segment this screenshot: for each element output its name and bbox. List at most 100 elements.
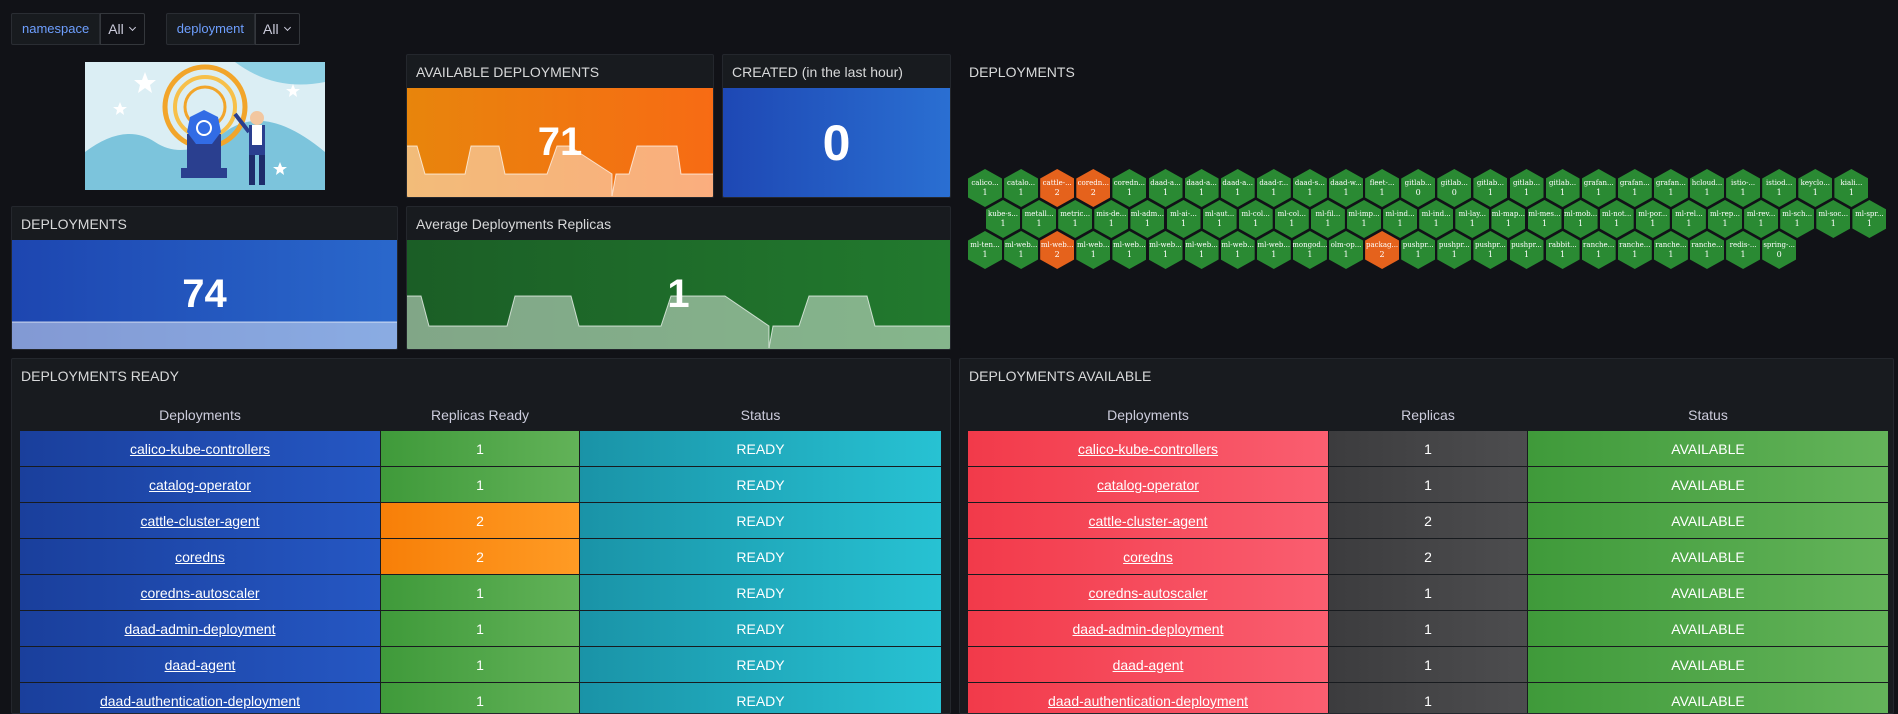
deployment-hexagon[interactable]: gitlab... 1: [1509, 169, 1544, 207]
column-header-deployments[interactable]: Deployments: [968, 400, 1328, 430]
deployment-hexagon[interactable]: ml-web... 1: [1148, 231, 1183, 269]
deployment-hexagon[interactable]: cattle-... 2: [1040, 169, 1075, 207]
deployment-link[interactable]: daad-authentication-deployment: [100, 693, 300, 709]
deployment-hexagon[interactable]: rabbit... 1: [1545, 231, 1580, 269]
deployment-link[interactable]: calico-kube-controllers: [130, 441, 270, 457]
deployment-link[interactable]: coredns: [1123, 549, 1173, 565]
deployment-hexagon[interactable]: ml-rel... 1: [1671, 200, 1706, 238]
deployment-hexagon[interactable]: kube-s... 1: [986, 200, 1020, 238]
deployment-hexagon[interactable]: ranche... 1: [1690, 231, 1724, 269]
status-cell: READY: [580, 575, 941, 610]
deployment-hexagon[interactable]: ml-rev... 1: [1744, 200, 1779, 238]
deployment-hexagon[interactable]: daad-a... 1: [1184, 169, 1219, 207]
deployment-link[interactable]: daad-agent: [165, 657, 236, 673]
deployment-hexagon[interactable]: ml-lay... 1: [1455, 200, 1490, 238]
deployment-hexagon[interactable]: ml-rep... 1: [1708, 200, 1742, 238]
deployment-hexagon[interactable]: ml-web... 1: [1184, 231, 1219, 269]
deployment-variable-select[interactable]: All: [255, 13, 300, 45]
deployment-link[interactable]: coredns-autoscaler: [140, 585, 259, 601]
deployment-hexagon[interactable]: keyclo... 1: [1798, 169, 1833, 207]
deployment-link[interactable]: coredns-autoscaler: [1088, 585, 1207, 601]
column-header-status[interactable]: Status: [580, 400, 941, 430]
deployment-hexagon[interactable]: ml-adm... 1: [1130, 200, 1165, 238]
deployment-hexagon[interactable]: ml-sch... 1: [1780, 200, 1815, 238]
deployment-hexagon[interactable]: grafan... 1: [1617, 169, 1652, 207]
deployment-hexagon[interactable]: gitlab... 1: [1473, 169, 1508, 207]
deployment-hexagon[interactable]: pushpr... 1: [1509, 231, 1544, 269]
deployment-hexagon[interactable]: pushpr... 1: [1473, 231, 1508, 269]
deployment-hexagon[interactable]: ml-fil... 1: [1310, 200, 1345, 238]
deployment-hexagon[interactable]: istio-... 1: [1726, 169, 1761, 207]
deployment-hexagon[interactable]: ml-web... 1: [1220, 231, 1255, 269]
column-header-replicas-ready[interactable]: Replicas Ready: [381, 400, 579, 430]
deployment-hexagon[interactable]: ml-mob... 1: [1563, 200, 1598, 238]
namespace-variable-select[interactable]: All: [100, 13, 145, 45]
deployment-hexagon[interactable]: packag... 2: [1365, 231, 1400, 269]
deployment-hexagon[interactable]: daad-r... 1: [1256, 169, 1291, 207]
deployment-hexagon[interactable]: ml-web... 1: [1112, 231, 1147, 269]
deployment-hexagon[interactable]: ml-imp... 1: [1347, 200, 1381, 238]
deployment-hexagon[interactable]: istiod... 1: [1762, 169, 1797, 207]
deployment-hexagon[interactable]: mis-de... 1: [1094, 200, 1129, 238]
hexagon-label: metric...: [1060, 210, 1091, 218]
deployment-hexagon[interactable]: ml-por... 1: [1635, 200, 1670, 238]
deployment-hexagon[interactable]: ml-web... 1: [1256, 231, 1291, 269]
deployment-hexagon[interactable]: ranche... 1: [1581, 231, 1616, 269]
deployment-link[interactable]: daad-admin-deployment: [125, 621, 276, 637]
deployment-hexagon[interactable]: gitlab... 1: [1545, 169, 1580, 207]
deployment-hexagon[interactable]: ml-ind... 1: [1383, 200, 1418, 238]
deployment-hexagon[interactable]: metall... 1: [1022, 200, 1057, 238]
deployment-link[interactable]: calico-kube-controllers: [1078, 441, 1218, 457]
deployment-hexagon[interactable]: daad-w... 1: [1329, 169, 1363, 207]
deployment-hexagon[interactable]: ml-aut... 1: [1202, 200, 1237, 238]
deployment-hexagon[interactable]: ranche... 1: [1617, 231, 1652, 269]
deployment-hexagon[interactable]: ml-not... 1: [1599, 200, 1634, 238]
deployment-hexagon[interactable]: coredn... 1: [1112, 169, 1147, 207]
deployment-hexagon[interactable]: metric... 1: [1058, 200, 1093, 238]
deployment-hexagon[interactable]: ml-col... 1: [1238, 200, 1273, 238]
deployment-hexagon[interactable]: grafan... 1: [1653, 169, 1688, 207]
deployment-hexagon[interactable]: ml-ind... 1: [1419, 200, 1454, 238]
deployment-link[interactable]: daad-agent: [1113, 657, 1184, 673]
column-header-status[interactable]: Status: [1528, 400, 1888, 430]
deployment-link[interactable]: daad-authentication-deployment: [1048, 693, 1248, 709]
column-header-replicas[interactable]: Replicas: [1329, 400, 1527, 430]
deployment-hexagon[interactable]: pushpr... 1: [1401, 231, 1436, 269]
deployment-hexagon[interactable]: ml-ai-... 1: [1166, 200, 1201, 238]
deployment-hexagon[interactable]: gitlab... 0: [1437, 169, 1472, 207]
deployment-hexagon[interactable]: ml-mes... 1: [1527, 200, 1562, 238]
column-header-deployments[interactable]: Deployments: [20, 400, 380, 430]
deployment-hexagon[interactable]: ml-web... 2: [1040, 231, 1075, 269]
deployment-link[interactable]: catalog-operator: [149, 477, 251, 493]
deployment-hexagon[interactable]: fleet-... 1: [1365, 169, 1400, 207]
deployment-hexagon[interactable]: pushpr... 1: [1437, 231, 1472, 269]
deployment-hexagon[interactable]: redis-... 1: [1726, 231, 1761, 269]
deployment-hexagon[interactable]: daad-a... 1: [1220, 169, 1255, 207]
deployment-hexagon[interactable]: ml-spr... 1: [1852, 200, 1887, 238]
deployment-hexagon[interactable]: grafan... 1: [1581, 169, 1616, 207]
deployment-hexagon[interactable]: ml-col... 1: [1274, 200, 1309, 238]
deployment-hexagon[interactable]: daad-a... 1: [1148, 169, 1183, 207]
deployment-link[interactable]: catalog-operator: [1097, 477, 1199, 493]
deployment-hexagon[interactable]: coredn... 2: [1076, 169, 1111, 207]
deployment-hexagon[interactable]: ml-web... 1: [1004, 231, 1039, 269]
deployment-hexagon[interactable]: gitlab... 0: [1401, 169, 1436, 207]
deployment-hexagon[interactable]: ml-soc... 1: [1816, 200, 1851, 238]
deployment-hexagon[interactable]: catalo... 1: [1004, 169, 1039, 207]
deployment-link[interactable]: cattle-cluster-agent: [1088, 513, 1207, 529]
deployment-hexagon[interactable]: ml-map... 1: [1491, 200, 1526, 238]
deployment-hexagon[interactable]: daad-s... 1: [1292, 169, 1327, 207]
deployment-link[interactable]: daad-admin-deployment: [1073, 621, 1224, 637]
deployment-hexagon[interactable]: kiali... 1: [1834, 169, 1869, 207]
deployment-hexagon[interactable]: calico... 1: [968, 169, 1002, 207]
deployment-hexagon[interactable]: ml-ten... 1: [968, 231, 1002, 269]
deployment-hexagon[interactable]: spring-... 0: [1762, 231, 1797, 269]
deployment-link[interactable]: cattle-cluster-agent: [140, 513, 259, 529]
deployment-hexagon[interactable]: ml-web... 1: [1076, 231, 1111, 269]
hexagon-value: 1: [1740, 250, 1746, 259]
deployment-hexagon[interactable]: hcloud... 1: [1690, 169, 1724, 207]
deployment-hexagon[interactable]: mongod... 1: [1292, 231, 1327, 269]
deployment-hexagon[interactable]: ranche... 1: [1653, 231, 1688, 269]
deployment-hexagon[interactable]: olm-op... 1: [1329, 231, 1363, 269]
deployment-link[interactable]: coredns: [175, 549, 225, 565]
